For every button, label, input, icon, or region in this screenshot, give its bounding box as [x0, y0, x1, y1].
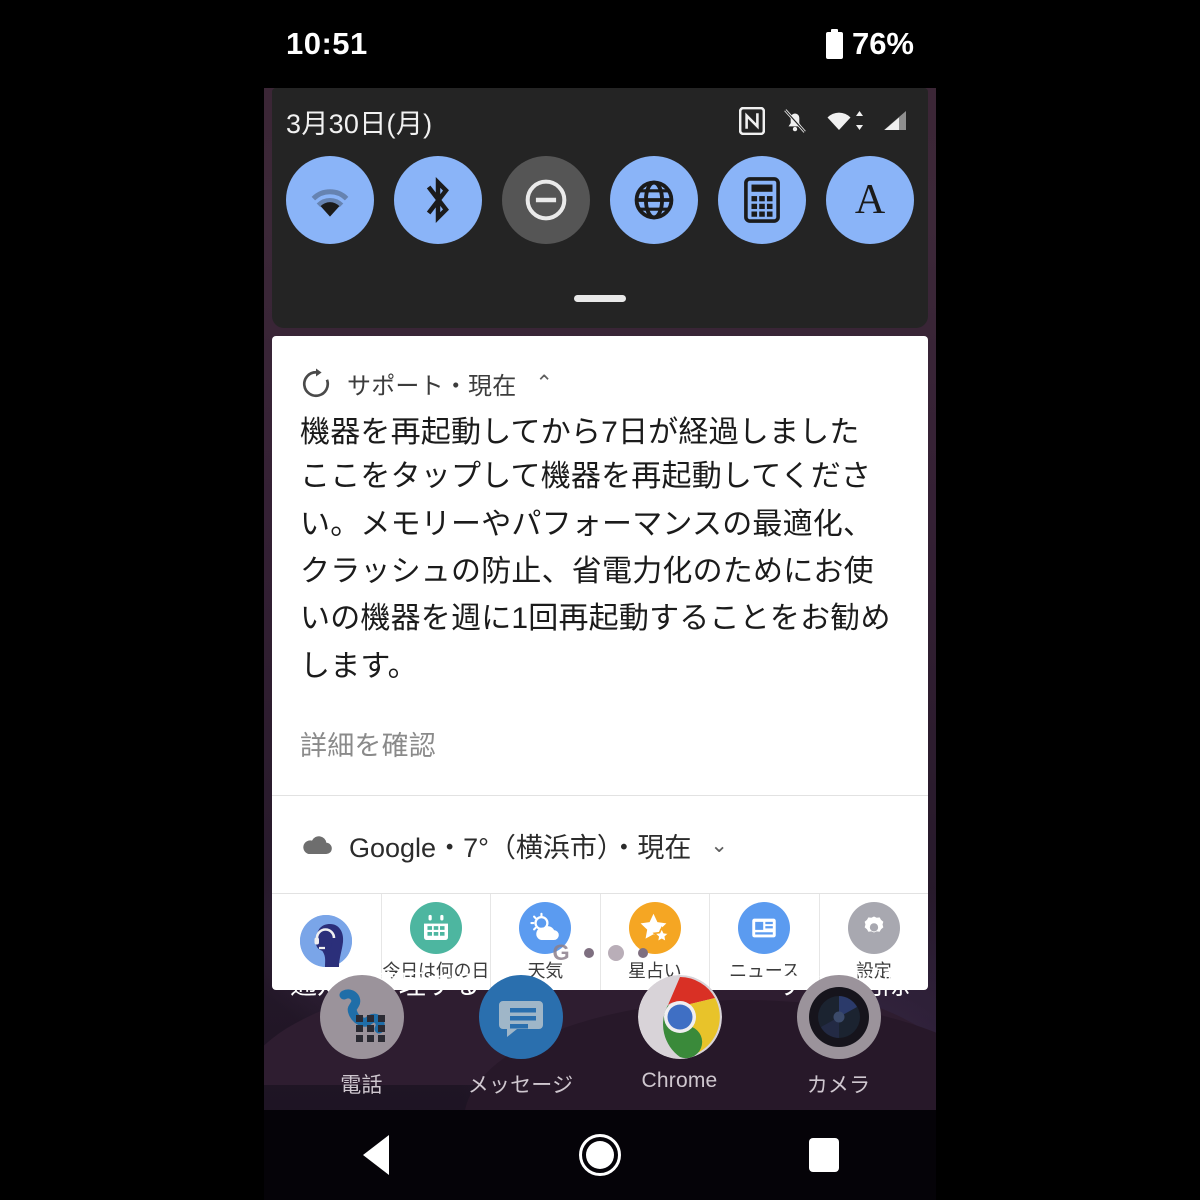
dock-app-chrome[interactable]: Chrome: [620, 975, 740, 1093]
camera-icon: [796, 975, 881, 1059]
qs-status-icons: [739, 107, 908, 135]
status-bar: 10:51 76%: [264, 0, 936, 88]
dock-label: 電話: [340, 1074, 383, 1097]
restart-refresh-icon: [303, 368, 329, 397]
battery-status: 76%: [825, 26, 914, 62]
notification-detail-link[interactable]: 詳細を確認: [272, 690, 928, 795]
status-bar-clock: 10:51: [286, 26, 368, 61]
dock-label: メッセージ: [467, 1074, 574, 1097]
notification-header[interactable]: サポート・現在 ⌃: [272, 336, 928, 407]
wifi-tile[interactable]: [286, 156, 374, 244]
notifications-muted-icon: [784, 109, 806, 133]
notification-card[interactable]: サポート・現在 ⌃ 機器を再起動してから7日が経過しました ここをタップして機器…: [272, 336, 928, 991]
cloud-icon: [303, 835, 332, 854]
phone-viewport: 10:51 76% 3月30日(月) A サポート・現在 ⌃ 機器を再起動してか…: [264, 0, 936, 1200]
back-button[interactable]: [316, 1110, 436, 1200]
chevron-up-icon[interactable]: ⌃: [535, 373, 553, 394]
do-not-disturb-tile[interactable]: [502, 156, 590, 244]
quick-settings-drag-handle[interactable]: [574, 295, 626, 302]
dock-label: Chrome: [641, 1069, 718, 1092]
mobile-data-tile[interactable]: [610, 156, 698, 244]
do-not-disturb-icon: [525, 179, 567, 221]
dock-app-messages[interactable]: メッセージ: [461, 975, 581, 1099]
phone-screenshot: 10:51 76% 3月30日(月) A サポート・現在 ⌃ 機器を再起動してか…: [0, 0, 1200, 1200]
home-button[interactable]: [540, 1110, 660, 1200]
dock-app-camera[interactable]: カメラ: [779, 975, 899, 1099]
qs-date-label: 3月30日(月): [286, 108, 433, 139]
page-dot[interactable]: [583, 948, 594, 958]
dock-label: カメラ: [806, 1074, 871, 1097]
chrome-icon: [637, 975, 722, 1059]
quick-settings-tiles: A: [272, 156, 928, 244]
calculator-icon: [744, 177, 780, 223]
cellular-signal-icon: [884, 111, 906, 130]
wifi-icon: [825, 109, 865, 133]
bluetooth-tile[interactable]: [394, 156, 482, 244]
auto-rotate-tile[interactable]: A: [826, 156, 914, 244]
weather-text: Google・7°（横浜市）・現在: [349, 833, 692, 864]
page-dot[interactable]: [637, 948, 648, 958]
dock-app-phone[interactable]: 電話: [302, 975, 422, 1099]
phone-dialer-icon: [319, 975, 404, 1059]
notification-text: ここをタップして機器を再起動してください。メモリーやパフォーマンスの最適化、クラ…: [300, 460, 891, 683]
navigation-bar: [264, 1110, 936, 1200]
quick-settings-panel[interactable]: 3月30日(月) A: [272, 88, 928, 328]
recents-icon: [809, 1138, 839, 1172]
quick-settings-header: 3月30日(月): [272, 88, 928, 154]
message-icon: [478, 975, 563, 1059]
bluetooth-icon: [426, 176, 449, 224]
font-size-a-icon: A: [854, 177, 886, 223]
back-icon: [363, 1135, 389, 1175]
notification-app-label: サポート・現在: [347, 373, 517, 400]
nfc-icon: [739, 107, 765, 135]
notification-body: 機器を再起動してから7日が経過しました ここをタップして機器を再起動してください…: [272, 407, 928, 690]
battery-full-icon: [825, 29, 843, 59]
calculator-tile[interactable]: [718, 156, 806, 244]
home-dock: 電話 メッセージ Chrome カメラ: [264, 975, 936, 1110]
home-icon: [579, 1134, 621, 1176]
page-dot-active[interactable]: [607, 945, 624, 961]
chevron-down-icon[interactable]: ⌄: [710, 835, 728, 856]
notification-title: 機器を再起動してから7日が経過しました: [300, 416, 860, 449]
recents-button[interactable]: [764, 1110, 884, 1200]
weather-notification-row[interactable]: Google・7°（横浜市）・現在 ⌄: [272, 796, 928, 893]
battery-percent-label: 76%: [851, 26, 914, 61]
wifi-icon: [311, 189, 349, 217]
globe-icon: [634, 180, 674, 220]
